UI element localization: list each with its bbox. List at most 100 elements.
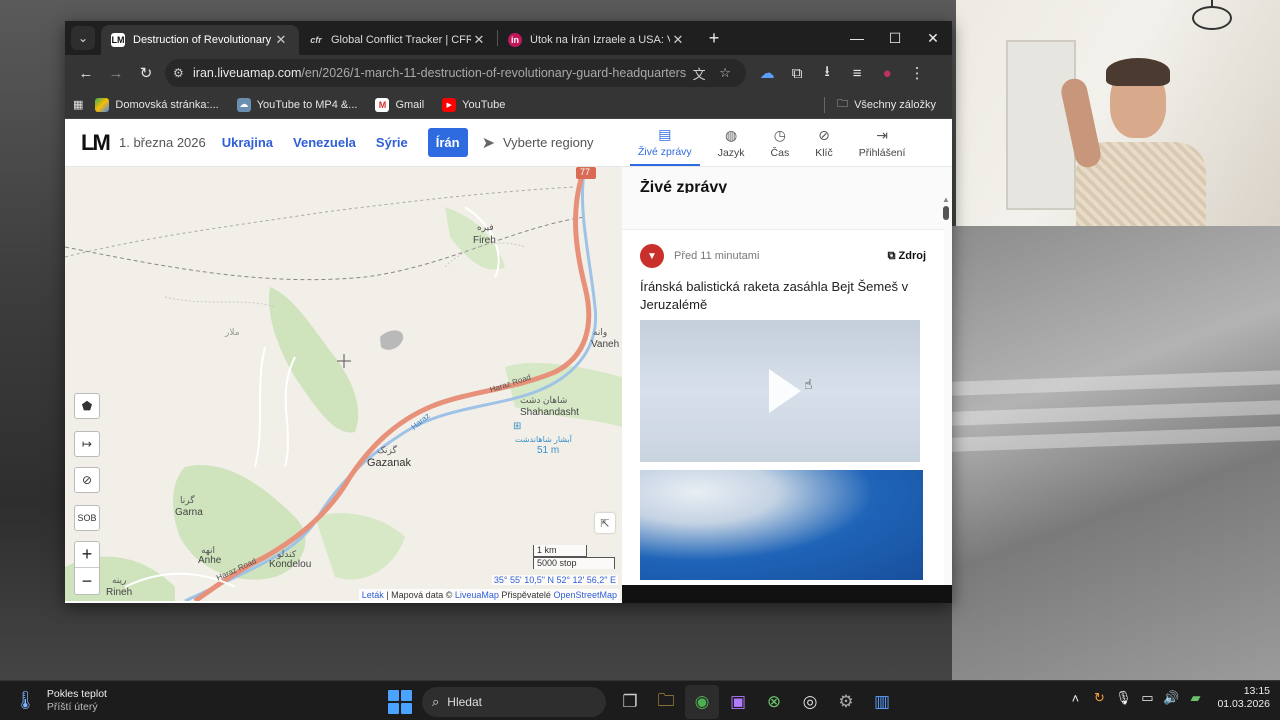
apps-icon[interactable]: ▦ — [73, 98, 83, 111]
tab-title: Destruction of Revolutionary Gu — [133, 34, 273, 46]
news-video[interactable] — [640, 320, 920, 462]
nav-iran[interactable]: Írán — [427, 128, 468, 157]
sob-button[interactable]: SOB — [74, 505, 100, 531]
all-bookmarks[interactable]: 🗀 Všechny záložky — [824, 95, 936, 114]
leaflet-link[interactable]: Leták — [362, 590, 384, 600]
place-label-rineh: Rineh — [106, 587, 133, 598]
eye-slash-icon: ⊘ — [81, 473, 93, 487]
extensions-icon[interactable]: ⧉ — [782, 58, 812, 88]
settings-icon[interactable]: ⚙ — [829, 685, 863, 719]
page-content: LM 1. března 2026 Ukrajina Venezuela Sýr… — [65, 119, 952, 603]
news-image[interactable] — [640, 470, 923, 580]
file-explorer-icon[interactable]: 🗀 — [649, 685, 683, 719]
tab-liveuamap[interactable]: LM Destruction of Revolutionary Gu ✕ — [101, 25, 299, 55]
tab-irozhlas[interactable]: in Útok na Írán Izraele a USA: Válk ✕ — [498, 25, 696, 55]
boundary-line — [65, 216, 586, 281]
chevron-up-icon[interactable]: ˄ — [1063, 691, 1087, 706]
liveuamap-link[interactable]: LiveuaMap — [455, 590, 499, 600]
photos-icon[interactable]: ▣ — [721, 685, 755, 719]
search-icon: ⌕ — [432, 694, 440, 709]
volume-icon[interactable]: 🔊 — [1159, 690, 1183, 706]
nav-syrie[interactable]: Sýrie — [376, 135, 408, 150]
date-selector[interactable]: 1. března 2026 — [119, 135, 206, 150]
nav-venezuela[interactable]: Venezuela — [293, 135, 356, 150]
remote-desktop-icon[interactable]: ▥ — [865, 685, 899, 719]
bookmark-gmail[interactable]: M Gmail — [375, 97, 424, 112]
news-time: Před 11 minutami — [674, 250, 760, 262]
close-tab-icon[interactable]: ✕ — [273, 32, 289, 48]
tab-key[interactable]: ⊘ Klíč — [807, 119, 841, 166]
tab-search-button[interactable]: ⌄ — [71, 26, 95, 50]
tab-language[interactable]: ◍ Jazyk — [710, 119, 753, 166]
news-card[interactable]: ▼ Před 11 minutami ⧉ Zdroj Íránská balis… — [622, 229, 944, 601]
place-label-fireh-ar: فيره — [477, 222, 494, 232]
start-button[interactable] — [388, 690, 412, 714]
chrome-icon[interactable]: ◉ — [685, 685, 719, 719]
draw-polygon-button[interactable]: ⬟ — [74, 393, 100, 419]
gmail-icon: M — [375, 97, 390, 112]
obs-icon[interactable]: ◎ — [793, 685, 827, 719]
clock[interactable]: 13:15 01.03.2026 — [1217, 685, 1270, 711]
extension-cloud-icon[interactable]: ☁ — [752, 58, 782, 88]
cfr-favicon-icon: cfr — [310, 35, 322, 45]
liveuamap-favicon-icon: LM — [111, 33, 125, 47]
measure-button[interactable]: ↦ — [74, 431, 100, 457]
translate-icon[interactable]: 文 — [686, 64, 712, 83]
external-link-icon: ⧉ — [887, 249, 896, 262]
bookmark-youtube[interactable]: ▶ YouTube — [442, 97, 505, 112]
maximize-button[interactable]: ☐ — [876, 21, 914, 55]
poi-label-waterfall-ar: آبشار شاهاندشت — [515, 435, 572, 444]
weather-widget[interactable]: 🌡 Pokles teplot Příští úterý — [14, 688, 314, 714]
tab-login[interactable]: ⇥ Přihlášení — [851, 119, 914, 166]
boundary-line — [65, 186, 576, 258]
zoom-in-button[interactable]: + — [75, 542, 99, 568]
map-tiles — [65, 167, 622, 601]
forward-button[interactable]: → — [101, 58, 131, 88]
feed-scrollbar[interactable]: ▲ — [942, 195, 950, 495]
address-bar[interactable]: ⚙ iran.liveuamap.com/en/2026/1-march-11-… — [165, 59, 747, 87]
downloads-icon[interactable]: ⭳ — [812, 58, 842, 88]
taskbar-search[interactable]: ⌕ Hledat — [422, 687, 606, 717]
forest-area — [269, 287, 359, 433]
network-icon[interactable]: ▭ — [1135, 690, 1159, 706]
back-button[interactable]: ← — [71, 58, 101, 88]
liveuamap-logo[interactable]: LM — [81, 130, 119, 156]
bookmark-youtube-mp4[interactable]: ☁ YouTube to MP4 &... — [236, 97, 357, 112]
place-label-kondelou: Kondelou — [269, 559, 312, 570]
reload-button[interactable]: ↻ — [131, 58, 161, 88]
bookmark-home[interactable]: Domovská stránka:... — [95, 97, 219, 112]
browser-window: ⌄ LM Destruction of Revolutionary Gu ✕ c… — [65, 21, 952, 603]
menu-icon[interactable]: ⋮ — [902, 58, 932, 88]
minimize-button[interactable]: — — [838, 21, 876, 55]
hide-layer-button[interactable]: ⊘ — [74, 467, 100, 493]
profile-avatar[interactable]: ● — [872, 58, 902, 88]
close-tab-icon[interactable]: ✕ — [471, 32, 487, 48]
nav-ukrajina[interactable]: Ukrajina — [222, 135, 273, 150]
close-window-button[interactable]: ✕ — [914, 21, 952, 55]
place-label-garna: Garna — [175, 507, 203, 518]
bookmark-star-icon[interactable]: ☆ — [712, 65, 738, 81]
tab-time[interactable]: ◷ Čas — [763, 119, 798, 166]
tab-cfr[interactable]: cfr Global Conflict Tracker | CFR Int ✕ — [299, 25, 497, 55]
media-control-icon[interactable]: ≡ — [842, 58, 872, 88]
expand-arrow-icon: ⇱ — [600, 517, 610, 530]
source-link[interactable]: ⧉ Zdroj — [888, 250, 926, 263]
close-tab-icon[interactable]: ✕ — [670, 32, 686, 48]
new-tab-button[interactable]: + — [700, 24, 728, 52]
microphone-icon[interactable]: 🎙 — [1111, 690, 1135, 706]
expand-map-button[interactable]: ⇱ — [595, 513, 615, 533]
road-number-label: 77 — [580, 167, 591, 177]
xbox-icon[interactable]: ⊗ — [757, 685, 791, 719]
map-view[interactable]: 77 فيره Fireh ملار وانه Vaneh Haraz Road… — [65, 167, 622, 601]
site-info-icon[interactable]: ⚙ — [173, 66, 193, 80]
sync-icon[interactable]: ↻ — [1087, 690, 1111, 706]
zoom-out-button[interactable]: − — [75, 568, 99, 594]
osm-link[interactable]: OpenStreetMap — [553, 590, 617, 600]
play-icon[interactable] — [769, 369, 801, 413]
news-feed[interactable]: ▼ Před 11 minutami ⧉ Zdroj Íránská balis… — [622, 199, 952, 601]
tab-live-news[interactable]: ▤ Živé zprávy — [630, 119, 700, 166]
battery-icon[interactable]: ▰ — [1183, 690, 1207, 706]
google-drive-icon — [95, 97, 110, 112]
region-selector[interactable]: ➤ Vyberte regiony — [482, 133, 594, 153]
task-view-icon[interactable]: ❐ — [613, 685, 647, 719]
